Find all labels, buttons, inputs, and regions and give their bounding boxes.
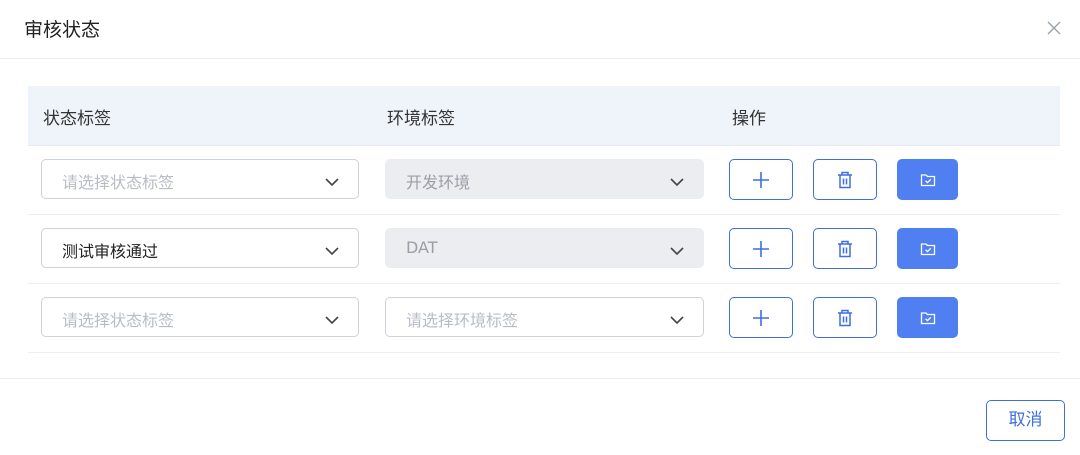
env-tag-value: 开发环境 [406, 173, 471, 192]
save-row-button[interactable] [897, 297, 958, 338]
env-tag-value: DAT [406, 238, 438, 257]
save-row-button[interactable] [897, 228, 958, 269]
table-row: 测试审核通过 DAT [28, 215, 1060, 284]
header-actions: 操作 [732, 109, 766, 129]
add-row-button[interactable] [729, 228, 793, 269]
table-header: 状态标签 环境标签 操作 [28, 86, 1060, 146]
chevron-down-icon [324, 242, 340, 256]
delete-row-button[interactable] [813, 297, 877, 338]
status-tag-value: 请选择状态标签 [62, 173, 175, 192]
table-row: 请选择状态标签 请选择环境标签 [28, 284, 1060, 353]
header-env-tag: 环境标签 [387, 109, 455, 129]
dialog-header: 审核状态 [0, 0, 1080, 59]
header-status-tag: 状态标签 [43, 109, 111, 129]
env-tag-select: 开发环境 [385, 159, 704, 199]
delete-row-button[interactable] [813, 228, 877, 269]
chevron-down-icon [324, 311, 340, 325]
env-tag-select: DAT [385, 228, 704, 268]
cancel-button[interactable]: 取消 [986, 400, 1065, 441]
chevron-down-icon [669, 242, 685, 256]
status-tag-select[interactable]: 请选择状态标签 [41, 159, 359, 199]
status-tag-value: 请选择状态标签 [62, 311, 175, 330]
status-tag-value: 测试审核通过 [62, 242, 159, 261]
env-tag-select[interactable]: 请选择环境标签 [385, 297, 704, 337]
delete-row-button[interactable] [813, 159, 877, 200]
env-tag-value: 请选择环境标签 [406, 311, 519, 330]
close-icon[interactable] [1044, 18, 1064, 38]
chevron-down-icon [324, 173, 340, 187]
status-tag-select[interactable]: 测试审核通过 [41, 228, 359, 268]
tag-table: 状态标签 环境标签 操作 请选择状态标签 开发环境 测试审核通过 DAT 请选择… [28, 86, 1060, 353]
save-row-button[interactable] [897, 159, 958, 200]
dialog-footer: 取消 [0, 378, 1080, 455]
add-row-button[interactable] [729, 297, 793, 338]
table-row: 请选择状态标签 开发环境 [28, 146, 1060, 215]
add-row-button[interactable] [729, 159, 793, 200]
status-tag-select[interactable]: 请选择状态标签 [41, 297, 359, 337]
dialog-title: 审核状态 [24, 19, 101, 41]
chevron-down-icon [669, 173, 685, 187]
chevron-down-icon [669, 311, 685, 325]
